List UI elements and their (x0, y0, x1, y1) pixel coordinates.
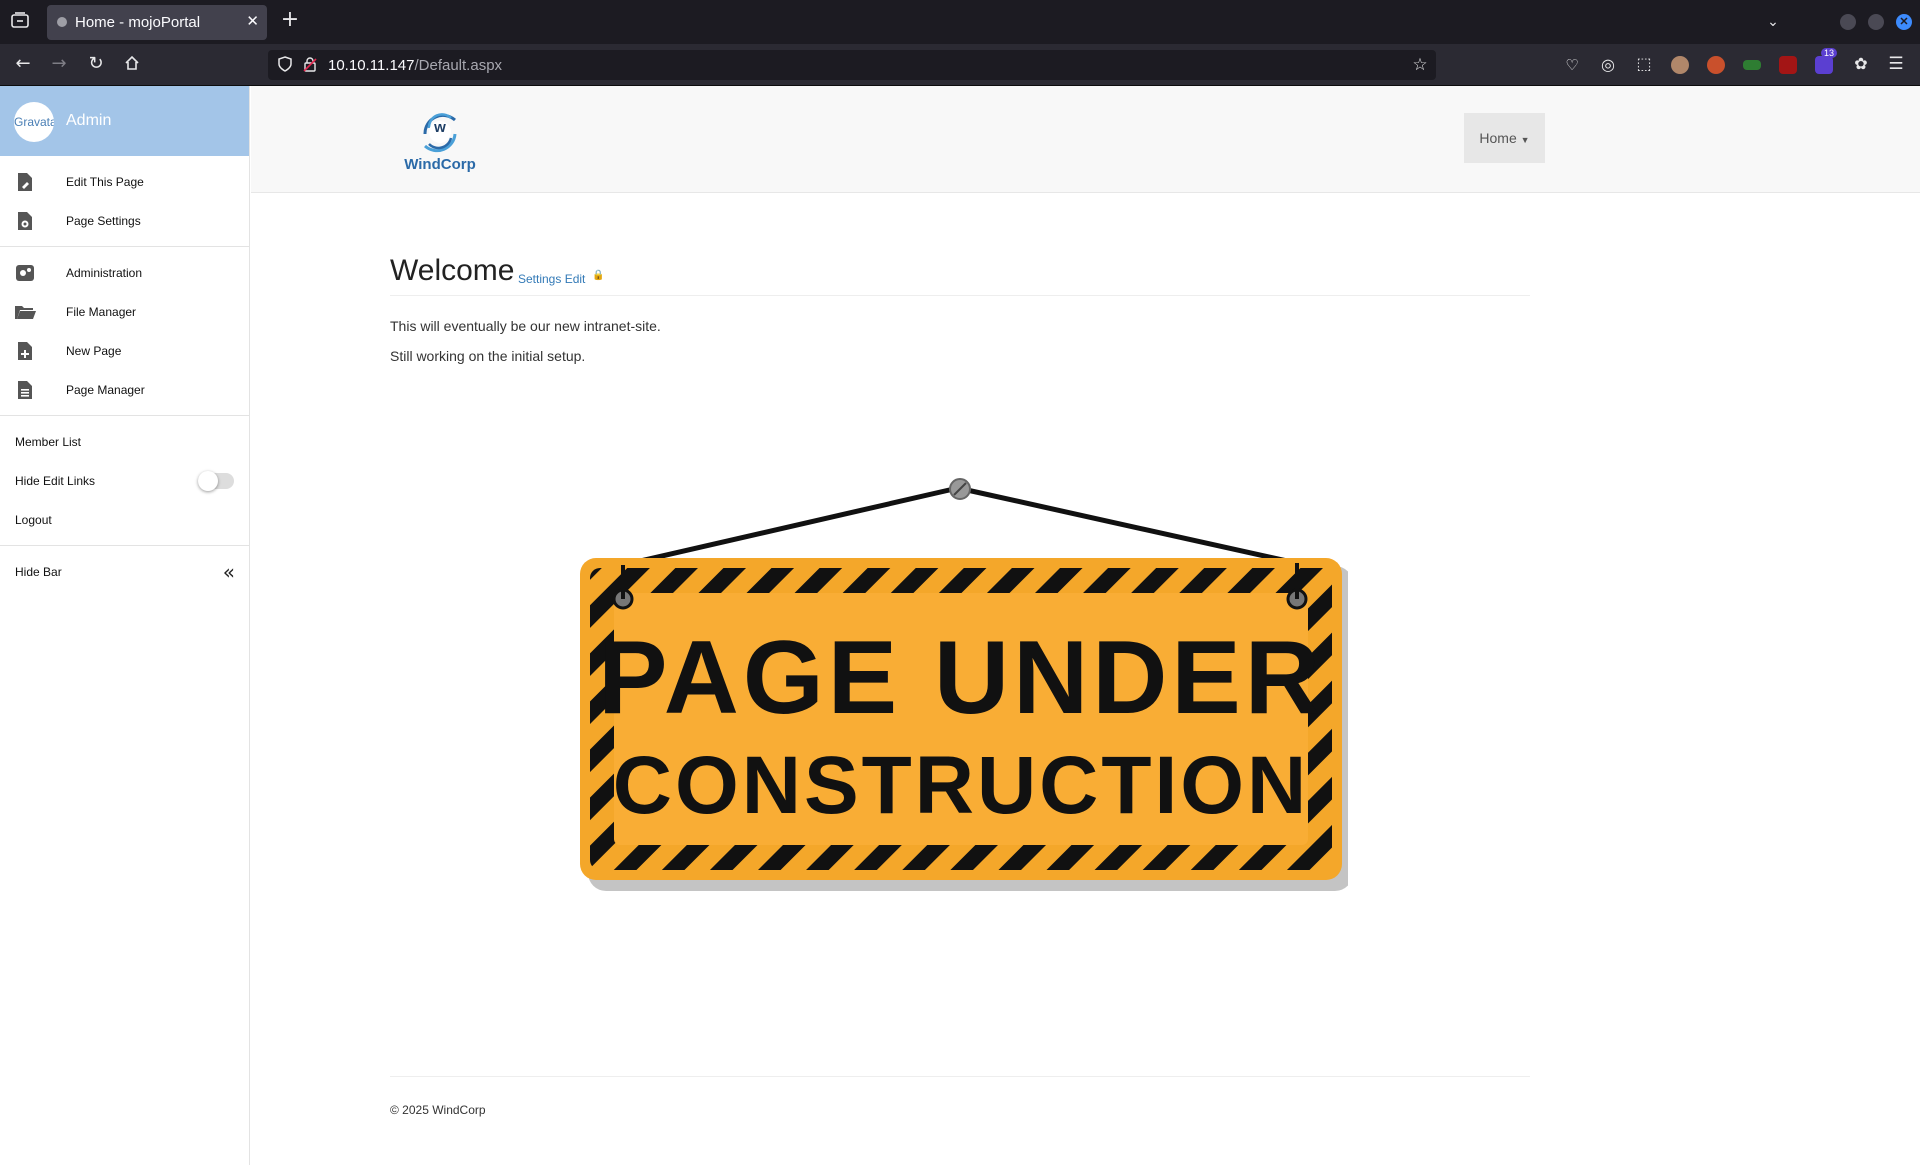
module-links: Settings Edit (518, 272, 585, 286)
browser-tab-bar: Home - mojoPortal ✕ + ⌄ ✕ (0, 0, 1920, 44)
under-construction-image: PAGE UNDER CONSTRUCTION (580, 478, 1348, 891)
bookmark-star-icon[interactable]: ☆ (1410, 55, 1430, 75)
firefox-view-icon[interactable] (10, 12, 30, 33)
account-group: Member List Hide Edit Links Logout (0, 416, 249, 546)
menu-icon[interactable]: ☰ (1885, 54, 1907, 74)
reload-icon[interactable]: ↻ (85, 54, 107, 74)
sign-line-1: PAGE UNDER (598, 620, 1324, 736)
logout-link[interactable]: Logout (0, 500, 249, 539)
caret-down-icon: ▼ (1520, 135, 1530, 145)
extension-icon-3[interactable] (1743, 60, 1761, 70)
administration-link[interactable]: Administration (0, 253, 249, 292)
hide-edit-links-toggle[interactable] (198, 470, 234, 491)
page-settings-icon (18, 211, 32, 230)
admin-sidebar: Gravatar Admin Edit This Page Page Setti… (0, 86, 250, 1165)
member-list-label: Member List (15, 434, 82, 449)
logout-label: Logout (15, 512, 52, 527)
avatar[interactable]: Gravatar (14, 102, 54, 142)
back-icon[interactable]: ← (12, 54, 34, 74)
hide-bar-button[interactable]: Hide Bar « (0, 552, 249, 591)
url-host: 10.10.11.147 (328, 57, 415, 74)
close-window-icon[interactable]: ✕ (1896, 14, 1912, 30)
site-footer: © 2025 WindCorp (390, 1076, 1530, 1117)
edit-page-icon (18, 172, 32, 191)
home-icon[interactable] (121, 55, 143, 76)
address-bar[interactable]: 10.10.11.147/Default.aspx ☆ (268, 50, 1436, 80)
new-page-icon (18, 341, 32, 360)
copyright-text: © 2025 WindCorp (390, 1103, 486, 1117)
sidebar-item-label: New Page (66, 343, 122, 358)
intro-paragraph: This will eventually be our new intranet… (390, 318, 661, 334)
minimize-icon[interactable] (1840, 14, 1856, 30)
sidebar-item-label: Administration (66, 265, 143, 280)
insecure-lock-icon[interactable] (302, 56, 318, 77)
extension-icon-5[interactable]: 13 (1815, 48, 1838, 74)
extensions-icon[interactable]: ⬚ (1634, 54, 1654, 74)
module-title-row: Welcome Settings Edit 🔒 (390, 250, 1530, 296)
admin-user-name[interactable]: Admin (66, 112, 111, 130)
hide-edit-links-label: Hide Edit Links (15, 473, 96, 488)
globe-icon (57, 17, 67, 27)
sidebar-item-label: Edit This Page (66, 174, 144, 189)
page-settings-link[interactable]: Page Settings (0, 201, 249, 240)
site-logo[interactable]: w WindCorp (395, 106, 485, 181)
lock-icon[interactable]: 🔒 (592, 270, 604, 281)
administration-icon (16, 264, 34, 281)
sidebar-item-label: Page Manager (66, 382, 145, 397)
site-header: w WindCorp Home ▼ (251, 86, 1920, 193)
maximize-icon[interactable] (1868, 14, 1884, 30)
page-manager-link[interactable]: Page Manager (0, 370, 249, 409)
page-manager-icon (18, 380, 32, 399)
ublock-icon[interactable] (1779, 56, 1797, 74)
folder-icon (15, 305, 36, 319)
logo-text: WindCorp (404, 156, 476, 173)
list-all-tabs-icon[interactable]: ⌄ (1763, 12, 1783, 32)
edit-this-page-link[interactable]: Edit This Page (0, 162, 249, 201)
admin-tools-group: Administration File Manager New Page Pag… (0, 247, 249, 416)
member-list-link[interactable]: Member List (0, 422, 249, 461)
cookie-icon[interactable]: ✿ (1851, 54, 1871, 74)
admin-sidebar-header: Gravatar Admin (0, 86, 249, 156)
sidebar-item-label: Page Settings (66, 213, 141, 228)
home-nav-label: Home (1479, 130, 1517, 146)
page-tools-group: Edit This Page Page Settings (0, 156, 249, 247)
extension-icon-1[interactable] (1671, 56, 1689, 74)
hide-bar-group: Hide Bar « (0, 546, 249, 597)
status-paragraph: Still working on the initial setup. (390, 348, 586, 364)
main-content: Welcome Settings Edit 🔒 This will eventu… (390, 250, 1530, 364)
browser-nav-bar: ← → ↻ 10.10.11.147/Default.aspx ☆ ♡ ◎ ⬚ … (0, 44, 1920, 86)
double-chevron-left-icon: « (222, 559, 235, 584)
active-tab[interactable]: Home - mojoPortal ✕ (47, 5, 267, 40)
edit-link[interactable]: Edit (565, 272, 586, 286)
page-title: Welcome (390, 254, 515, 287)
sign-line-2: CONSTRUCTION (613, 740, 1310, 831)
file-manager-link[interactable]: File Manager (0, 292, 249, 331)
hide-edit-links-row: Hide Edit Links (0, 461, 249, 500)
shield-icon[interactable] (276, 56, 294, 77)
extension-icon-2[interactable] (1707, 56, 1725, 74)
new-page-link[interactable]: New Page (0, 331, 249, 370)
url-path: /Default.aspx (414, 57, 503, 74)
home-nav-dropdown[interactable]: Home ▼ (1464, 113, 1545, 163)
account-icon[interactable]: ◎ (1598, 55, 1618, 75)
close-tab-icon[interactable]: ✕ (246, 12, 259, 30)
new-tab-icon[interactable]: + (280, 9, 300, 31)
forward-icon[interactable]: → (48, 54, 70, 74)
sidebar-item-label: File Manager (66, 304, 137, 319)
tab-title: Home - mojoPortal (75, 14, 201, 31)
settings-link[interactable]: Settings (518, 272, 561, 286)
pocket-icon[interactable]: ♡ (1562, 55, 1582, 75)
hide-bar-label: Hide Bar (15, 564, 62, 579)
extension-badge: 13 (1821, 48, 1838, 58)
logo-letter: w (434, 119, 446, 136)
url-text: 10.10.11.147/Default.aspx (328, 57, 502, 74)
